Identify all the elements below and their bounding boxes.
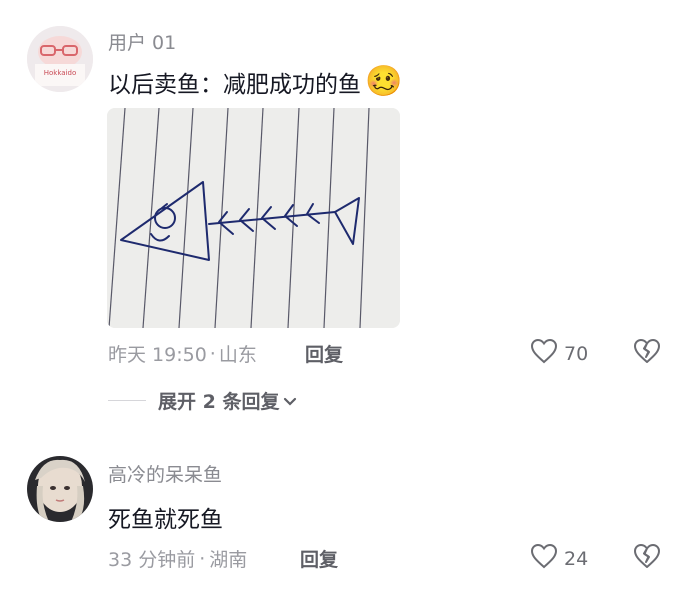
woozy-face-emoji-icon: 🥴 <box>365 64 403 99</box>
expand-replies-label: 展开 2 条回复 <box>158 391 280 413</box>
dislike-button[interactable] <box>633 338 661 368</box>
like-count: 70 <box>564 342 589 365</box>
like-count: 24 <box>564 547 589 570</box>
chevron-down-icon <box>283 390 297 412</box>
comment-username[interactable]: 高冷的呆呆鱼 <box>108 460 222 487</box>
expand-divider <box>108 400 146 401</box>
comment-location: 湖南 <box>209 549 248 571</box>
reply-button[interactable]: 回复 <box>305 340 343 367</box>
like-button[interactable]: 24 <box>530 543 588 574</box>
broken-heart-icon <box>633 339 661 368</box>
expand-replies-button[interactable]: 展开 2 条回复 <box>108 387 297 414</box>
comment-username[interactable]: 用户 01 <box>108 28 176 55</box>
dislike-button[interactable] <box>633 543 661 573</box>
comment-image[interactable] <box>107 108 400 328</box>
comment-text-content: 以后卖鱼：减肥成功的鱼 <box>108 71 361 98</box>
reply-button[interactable]: 回复 <box>300 545 338 572</box>
meta-separator: · <box>199 547 206 570</box>
meta-separator: · <box>209 342 216 365</box>
avatar-caption: Hokkaido <box>44 69 77 77</box>
heart-outline-icon <box>530 338 558 369</box>
comment-text: 死鱼就死鱼 <box>108 507 223 533</box>
comment-time: 33 分钟前 <box>108 549 196 571</box>
like-button[interactable]: 70 <box>530 338 588 369</box>
broken-heart-icon <box>633 544 661 573</box>
comment-text: 以后卖鱼：减肥成功的鱼 🥴 <box>108 64 402 99</box>
comment-time: 昨天 19:50 <box>108 344 207 366</box>
heart-outline-icon <box>530 543 558 574</box>
avatar[interactable] <box>27 456 93 522</box>
avatar[interactable]: Hokkaido <box>27 26 93 92</box>
comment-location: 山东 <box>218 344 257 366</box>
comment-meta: 33 分钟前 · 湖南 <box>108 545 247 572</box>
comment-meta: 昨天 19:50 · 山东 <box>108 340 257 367</box>
